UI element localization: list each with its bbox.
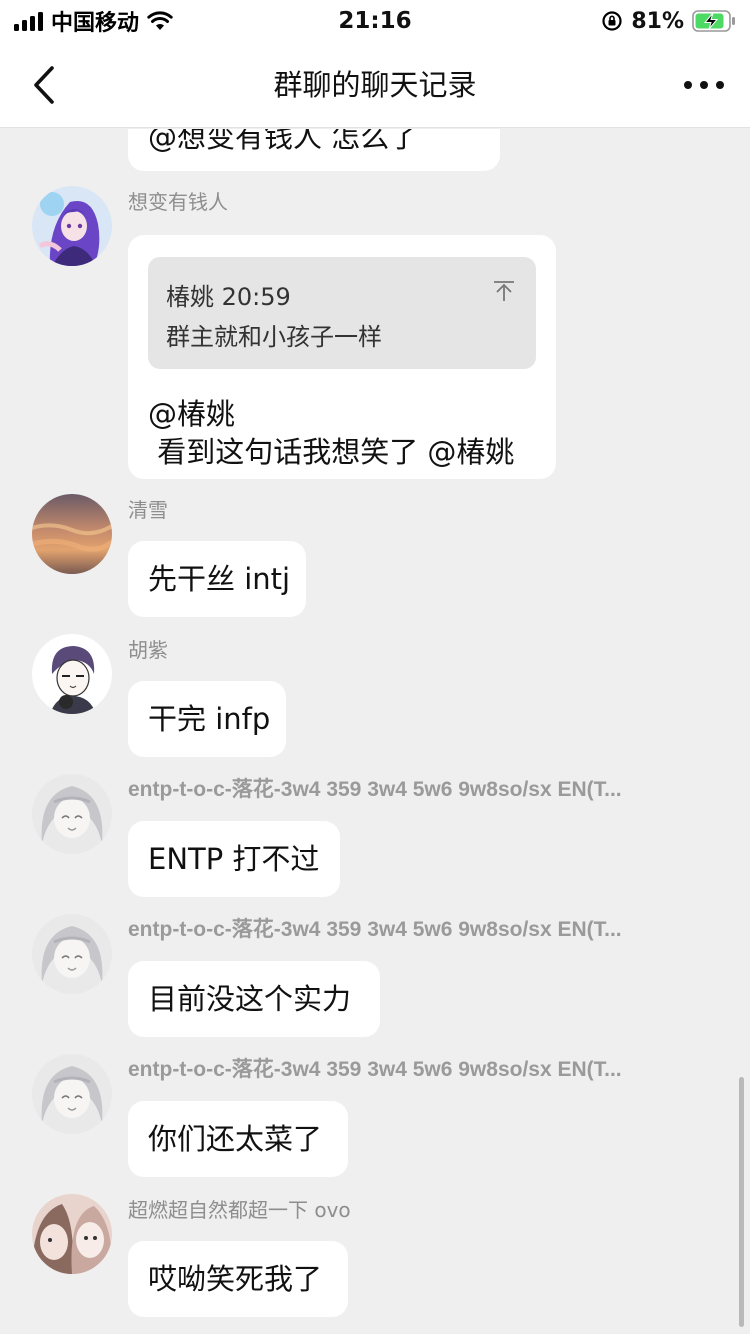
- pin-to-top-icon: [494, 281, 514, 301]
- avatar[interactable]: [32, 914, 112, 994]
- quoted-author-time: 椿姚 20:59: [166, 283, 291, 311]
- sender-name: 想变有钱人: [128, 190, 228, 214]
- quoted-message[interactable]: 椿姚 20:59 群主就和小孩子一样: [148, 257, 536, 369]
- message-bubble[interactable]: 你们还太菜了: [128, 1101, 348, 1177]
- avatar-image: [32, 1054, 112, 1134]
- avatar[interactable]: [32, 1054, 112, 1134]
- avatar[interactable]: [32, 186, 112, 266]
- message-bubble[interactable]: @想变有钱人 怎么了: [128, 129, 500, 171]
- sender-name: 胡紫: [128, 638, 168, 662]
- message-text-line2: 看到这句话我想笑了 @椿姚: [148, 435, 515, 469]
- message-text: 干完 infp: [148, 702, 271, 736]
- avatar[interactable]: [32, 774, 112, 854]
- sender-name: entp-t-o-c-落花-3w4 359 3w4 5w6 9w8so/sx E…: [128, 918, 622, 941]
- message-bubble[interactable]: 目前没这个实力: [128, 961, 380, 1037]
- avatar[interactable]: [32, 634, 112, 714]
- avatar-image: [32, 914, 112, 994]
- message-bubble[interactable]: 椿姚 20:59 群主就和小孩子一样 @椿姚 看到这句话我想笑了 @椿姚: [128, 235, 556, 479]
- message-text: 你们还太菜了: [148, 1122, 323, 1156]
- battery-charging-icon: [692, 10, 735, 32]
- message-bubble[interactable]: ENTP 打不过: [128, 821, 340, 897]
- avatar[interactable]: [32, 1194, 112, 1274]
- message-text: @想变有钱人 怎么了: [148, 129, 419, 154]
- avatar-image: [32, 494, 112, 574]
- sender-name: 超燃超自然都超一下 ovo: [128, 1198, 351, 1222]
- more-dots-icon[interactable]: [684, 72, 724, 98]
- message-text-line1: @椿姚: [148, 397, 236, 431]
- message-text: 先干丝 intj: [148, 562, 291, 596]
- status-right: 81%: [601, 6, 736, 36]
- avatar-image: [32, 1194, 112, 1274]
- quoted-text: 群主就和小孩子一样: [166, 323, 382, 351]
- scrollbar[interactable]: [739, 1077, 744, 1327]
- nav-bar: 群聊的聊天记录: [0, 42, 750, 128]
- status-bar: 中国移动 21:16 81%: [0, 0, 750, 42]
- message-bubble[interactable]: 干完 infp: [128, 681, 286, 757]
- rotation-lock-icon: [602, 11, 622, 31]
- avatar-image: [32, 186, 112, 266]
- sender-name: entp-t-o-c-落花-3w4 359 3w4 5w6 9w8so/sx E…: [128, 1058, 622, 1081]
- message-text: 哎呦笑死我了: [148, 1262, 323, 1296]
- message-bubble[interactable]: 哎呦笑死我了: [128, 1241, 348, 1317]
- page-title: 群聊的聊天记录: [273, 68, 477, 102]
- chat-list[interactable]: @想变有钱人 怎么了 想变有钱人 椿姚 20:59 群主就和小孩子一样 @椿姚: [0, 129, 750, 1334]
- avatar[interactable]: [32, 494, 112, 574]
- battery-percent: 81%: [631, 8, 684, 34]
- avatar-image: [32, 634, 112, 714]
- sender-name: 清雪: [128, 498, 168, 522]
- sender-name: entp-t-o-c-落花-3w4 359 3w4 5w6 9w8so/sx E…: [128, 778, 622, 801]
- message-text: 目前没这个实力: [148, 982, 352, 1016]
- message-bubble[interactable]: 先干丝 intj: [128, 541, 306, 617]
- avatar-image: [32, 774, 112, 854]
- message-text: ENTP 打不过: [148, 842, 320, 876]
